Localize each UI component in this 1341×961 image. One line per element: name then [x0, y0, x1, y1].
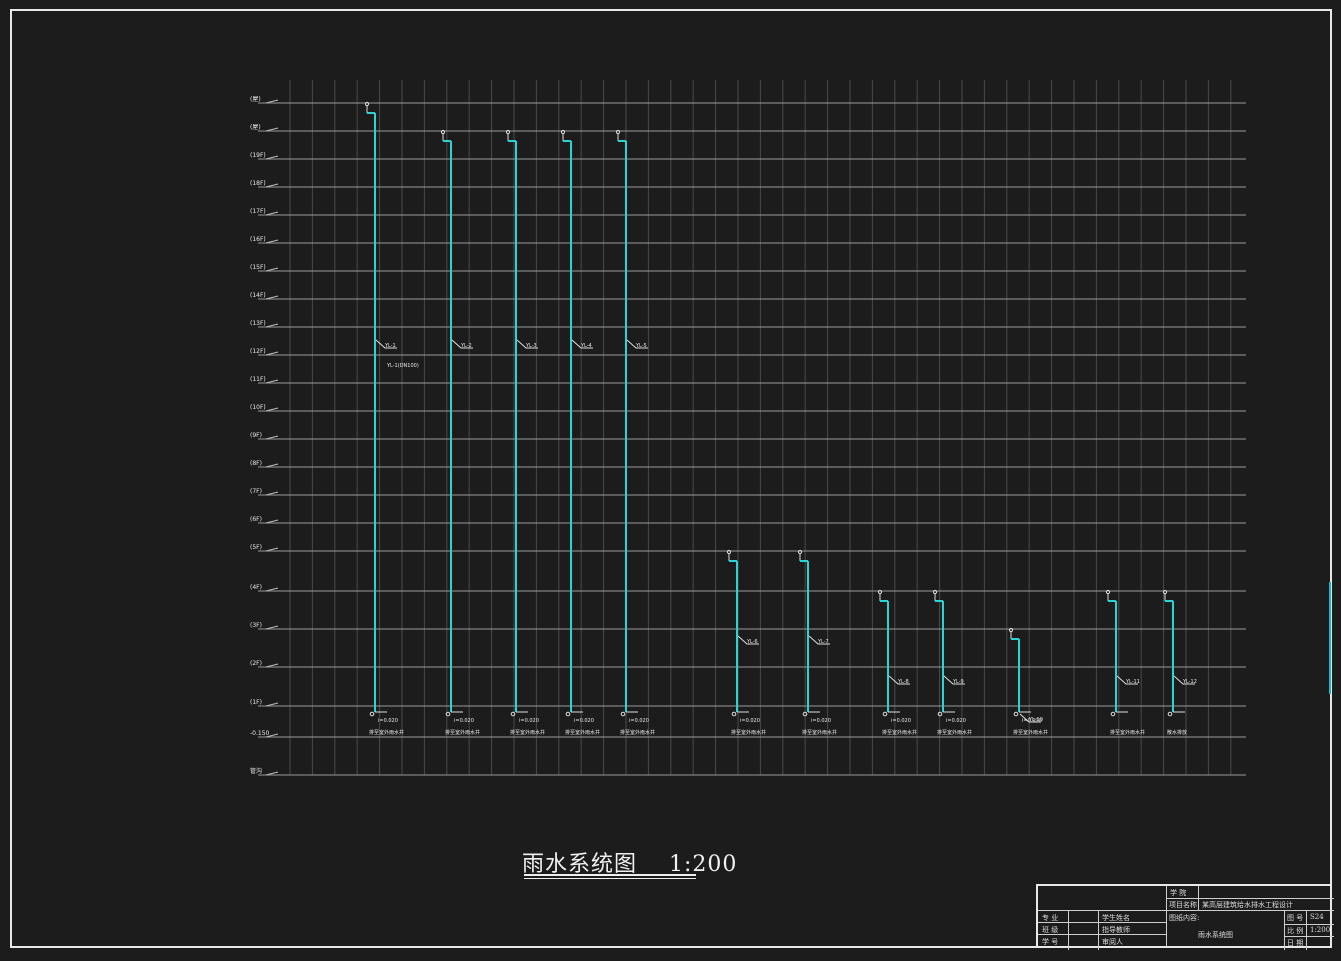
- tb-content: 雨水系统图: [1198, 931, 1233, 939]
- floor-label: (17F): [250, 208, 266, 215]
- roof-drain-icon: [797, 549, 803, 555]
- roof-drain-icon: [1008, 627, 1014, 633]
- floor-label: (3F): [250, 622, 262, 629]
- roof-drain-icon: [1162, 589, 1168, 595]
- rainwater-system-diagram: (屋) (屋) (19F) (18F) (17F) (16F) (15F) (14F) (13F…: [250, 80, 1246, 776]
- tb-school: 学 院: [1170, 889, 1187, 897]
- floor-label: (7F): [250, 488, 262, 495]
- slope-label: i=0.020: [740, 718, 760, 724]
- cleanout-icon: [1167, 711, 1173, 717]
- floor-label: (19F): [250, 152, 266, 159]
- floor-label: (屋): [250, 96, 261, 103]
- tb-project: 某高层建筑给水排水工程设计: [1202, 901, 1293, 909]
- floor-label: (11F): [250, 376, 266, 383]
- floor-label: (4F): [250, 584, 262, 591]
- title-block: 学 院 项目名称 某高层建筑给水排水工程设计 专 业 学生姓名 图纸内容: 图 …: [1036, 884, 1334, 950]
- tb-date-label: 日 期: [1287, 939, 1304, 947]
- floor-label: (13F): [250, 320, 266, 327]
- roof-drain-icon: [726, 549, 732, 555]
- roof-drain-icon: [440, 129, 446, 135]
- riser-id-label: YL-4: [580, 343, 592, 349]
- riser-id-label: YL-11: [1125, 679, 1140, 685]
- riser-note: YL-1(DN100): [386, 363, 419, 369]
- slope-label: i=0.020: [454, 718, 474, 724]
- roof-drain-icon: [505, 129, 511, 135]
- tb-student: 学生姓名: [1102, 914, 1130, 922]
- slope-label: i=0.020: [946, 718, 966, 724]
- riser-id-label: YL-5: [635, 343, 647, 349]
- roof-drain-icon: [1105, 589, 1111, 595]
- tb-major: 专 业: [1042, 914, 1059, 922]
- roof-drain-icon: [932, 589, 938, 595]
- riser-id-label: YL-3: [525, 343, 537, 349]
- outlet-desc: 散水排放: [1167, 729, 1187, 736]
- cleanout-icon: [882, 711, 888, 717]
- tb-drawing-no-label: 图 号: [1287, 914, 1304, 922]
- outlet-desc: 排至室外雨水井: [802, 729, 837, 736]
- outlet-desc: 排至室外雨水井: [565, 729, 600, 736]
- title-underline: [524, 874, 696, 876]
- slope-label: i=0.020: [378, 718, 398, 724]
- outlet-desc: 排至室外雨水井: [937, 729, 972, 736]
- floor-label: -0.150: [250, 730, 270, 737]
- outlet-desc: 排至室外雨水井: [369, 729, 404, 736]
- cleanout-icon: [620, 711, 626, 717]
- outlet-desc: 排至室外雨水井: [620, 729, 655, 736]
- tb-content-label: 图纸内容:: [1169, 914, 1200, 922]
- cleanout-icon: [731, 711, 737, 717]
- riser-id-label: YL-7: [817, 639, 829, 645]
- riser-id-label: YL-12: [1182, 679, 1197, 685]
- tb-student-no: 学 号: [1042, 938, 1059, 946]
- vertical-scroll-indicator[interactable]: [1329, 582, 1331, 694]
- riser-id-label: YL-6: [746, 639, 758, 645]
- slope-label: i=0.020: [891, 718, 911, 724]
- tb-project-label: 项目名称: [1169, 901, 1197, 909]
- riser-id-label: YL-8: [897, 679, 909, 685]
- floor-label: (14F): [250, 292, 266, 299]
- floor-label: (8F): [250, 460, 262, 467]
- floor-label: (12F): [250, 348, 266, 355]
- roof-drain-icon: [615, 129, 621, 135]
- outlet-desc: 排至室外雨水井: [1013, 729, 1048, 736]
- slope-label: i=0.020: [811, 718, 831, 724]
- floor-label: (15F): [250, 264, 266, 271]
- outlet-desc: 排至室外雨水井: [1110, 729, 1145, 736]
- floor-label: (18F): [250, 180, 266, 187]
- cleanout-icon: [369, 711, 375, 717]
- tb-scale-label: 比 例: [1287, 927, 1304, 935]
- roof-drain-icon: [877, 589, 883, 595]
- roof-drain-icon: [560, 129, 566, 135]
- cleanout-icon: [1110, 711, 1116, 717]
- slope-label: i=0.020: [1022, 718, 1042, 724]
- floor-label: (16F): [250, 236, 266, 243]
- floor-label: (1F): [250, 699, 262, 706]
- title-underline-thin: [524, 878, 696, 879]
- slope-label: i=0.020: [629, 718, 649, 724]
- floor-label: (5F): [250, 544, 262, 551]
- floor-label: (屋): [250, 124, 261, 131]
- slope-label: i=0.020: [519, 718, 539, 724]
- floor-label: (6F): [250, 516, 262, 523]
- roof-drain-icon: [364, 101, 370, 107]
- floor-label: 管沟: [250, 767, 262, 775]
- outlet-desc: 排至室外雨水井: [882, 729, 917, 736]
- riser-id-label: YL-1: [384, 343, 396, 349]
- tb-drawing-no: S24: [1310, 913, 1324, 921]
- riser-id-label: YL-9: [952, 679, 964, 685]
- floor-label: (10F): [250, 404, 266, 411]
- tb-scale: 1:200: [1310, 926, 1331, 934]
- tb-reviewer: 审阅人: [1102, 938, 1123, 946]
- cleanout-icon: [1013, 711, 1019, 717]
- floor-label: (9F): [250, 432, 262, 439]
- outlet-desc: 排至室外雨水井: [445, 729, 480, 736]
- slope-label: i=0.020: [574, 718, 594, 724]
- riser-id-label: YL-2: [460, 343, 472, 349]
- floor-label: (2F): [250, 660, 262, 667]
- cleanout-icon: [565, 711, 571, 717]
- tb-class: 班 级: [1042, 926, 1059, 934]
- outlet-desc: 排至室外雨水井: [510, 729, 545, 736]
- tb-advisor: 指导教师: [1102, 926, 1130, 934]
- outlet-desc: 排至室外雨水井: [731, 729, 766, 736]
